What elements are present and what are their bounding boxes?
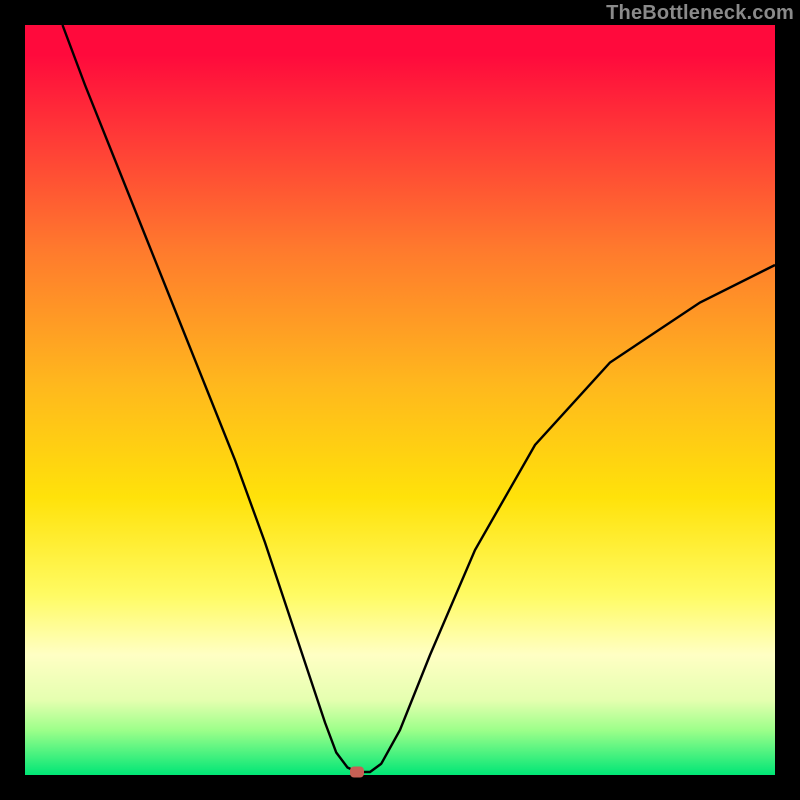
bottleneck-curve: [63, 25, 776, 772]
optimum-marker: [350, 767, 364, 778]
chart-frame: TheBottleneck.com: [0, 0, 800, 800]
plot-area: [25, 25, 775, 775]
watermark-text: TheBottleneck.com: [606, 2, 794, 25]
curve-svg: [25, 25, 775, 775]
